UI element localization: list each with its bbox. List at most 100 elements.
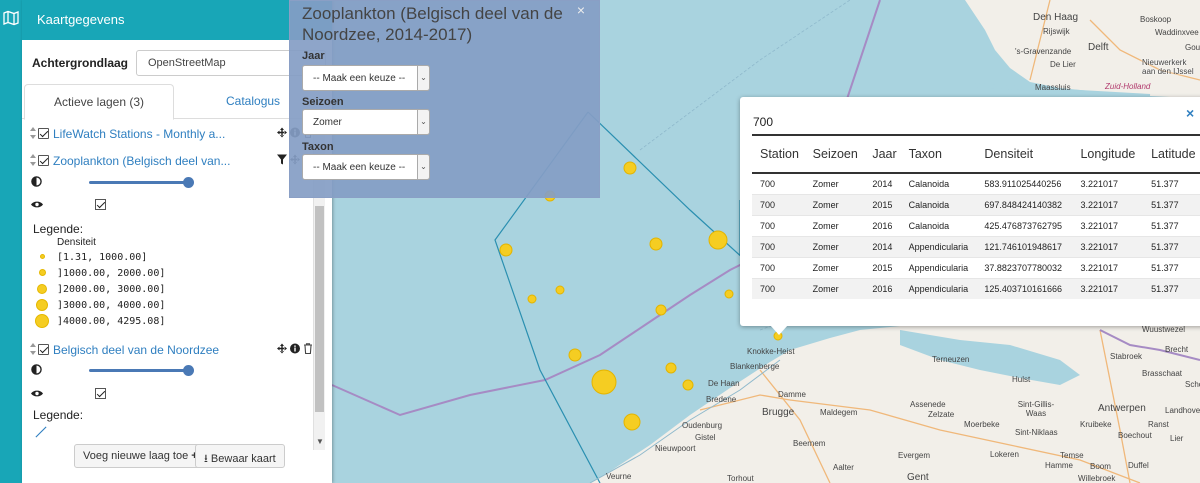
scroll-down-icon[interactable]: ▼ xyxy=(316,437,324,446)
data-table: Station Seizoen Jaar Taxon Densiteit Lon… xyxy=(752,134,1200,299)
season-select[interactable]: Zomer ⌄ xyxy=(302,109,430,135)
zoom-to-layer-icon[interactable] xyxy=(277,343,287,354)
cell: 121.746101948617 xyxy=(976,235,1073,257)
cell: 3.221017 xyxy=(1072,277,1144,299)
cell: 697.848424140382 xyxy=(976,193,1073,215)
legend-label: [1.31, 1000.00] xyxy=(57,252,148,263)
tab-catalogue[interactable]: Catalogus xyxy=(226,94,280,108)
map-label: Torhout xyxy=(727,474,754,483)
feature-info-popup: × 700 Station Seizoen Jaar Taxon Densite… xyxy=(740,97,1200,335)
column-header: Densiteit xyxy=(976,134,1073,174)
cell: 51.377 xyxy=(1143,172,1200,194)
drag-handle-icon[interactable] xyxy=(29,154,37,166)
legend-item: ]3000.00, 4000.00] xyxy=(35,298,235,314)
map-label: Gent xyxy=(907,472,929,483)
visibility-row xyxy=(31,387,271,403)
add-layer-button[interactable]: Voeg nieuwe laag toe + xyxy=(74,444,207,468)
legend-symbol xyxy=(39,269,46,276)
cell: 583.911025440256 xyxy=(976,172,1073,194)
filter-label-taxon: Taxon xyxy=(302,141,334,153)
legend-title: Legende: xyxy=(33,222,84,236)
opacity-slider-handle[interactable] xyxy=(183,177,194,188)
map-label: Beernem xyxy=(793,439,826,448)
layer-name[interactable]: LifeWatch Stations - Monthly a... xyxy=(53,127,225,141)
zoom-to-layer-icon[interactable] xyxy=(277,127,287,138)
filter-label-season: Seizoen xyxy=(302,96,344,108)
cell: 51.377 xyxy=(1143,193,1200,215)
map-label: Kruibeke xyxy=(1080,420,1112,429)
map-label: Gou xyxy=(1185,43,1200,52)
opacity-icon xyxy=(31,364,42,375)
filter-title: Zooplankton (Belgisch deel van de Noordz… xyxy=(302,4,563,44)
layer-visibility-checkbox[interactable] xyxy=(38,128,49,139)
chevron-down-icon[interactable]: ⌄ xyxy=(417,109,430,135)
layer-name[interactable]: Belgisch deel van de Noordzee xyxy=(53,343,219,357)
marker xyxy=(499,243,513,257)
map-label: Boskoop xyxy=(1140,15,1172,24)
download-icon: ⭳ xyxy=(204,453,208,465)
cell: 51.377 xyxy=(1143,214,1200,236)
table-row: 700 Zomer 2014 Calanoida 583.91102544025… xyxy=(752,172,1200,194)
scrollbar-thumb[interactable] xyxy=(315,206,324,412)
layer-row-bdnz[interactable]: Belgisch deel van de Noordzee xyxy=(29,342,313,358)
opacity-row xyxy=(31,362,271,378)
drag-handle-icon[interactable] xyxy=(29,127,37,139)
table-row: 700 Zomer 2014 Appendicularia 121.746101… xyxy=(752,235,1200,257)
map-label: Knokke-Heist xyxy=(747,347,795,356)
delete-icon[interactable] xyxy=(303,343,313,354)
chevron-down-icon[interactable]: ⌄ xyxy=(417,154,430,180)
marker xyxy=(568,348,582,362)
map-label: Nieuwerkerk aan den IJssel xyxy=(1142,58,1194,76)
marker xyxy=(665,362,677,374)
year-select[interactable]: -- Maak een keuze -- ⌄ xyxy=(302,65,430,91)
filter-icon[interactable] xyxy=(277,154,287,165)
visibility-checkbox[interactable] xyxy=(95,388,106,399)
column-header: Latitude xyxy=(1143,134,1200,174)
marker xyxy=(527,294,537,304)
visibility-checkbox[interactable] xyxy=(95,199,106,210)
cell: 700 xyxy=(752,214,805,236)
cell: 51.377 xyxy=(1143,277,1200,299)
layer-visibility-checkbox[interactable] xyxy=(38,344,49,355)
close-icon[interactable]: × xyxy=(577,2,585,18)
legend-symbol xyxy=(37,284,47,294)
legend-item: ]2000.00, 3000.00] xyxy=(35,282,235,298)
filter-label-year: Jaar xyxy=(302,50,325,62)
info-icon[interactable] xyxy=(290,343,300,354)
legend-item: ]1000.00, 2000.00] xyxy=(35,266,235,282)
marker xyxy=(649,237,663,251)
legend-symbol xyxy=(35,314,49,328)
popup-pointer xyxy=(770,325,788,335)
popup-heading: 700 xyxy=(753,115,774,129)
layer-visibility-checkbox[interactable] xyxy=(38,155,49,166)
opacity-slider-track[interactable] xyxy=(89,181,186,184)
map-label: Boechout xyxy=(1118,431,1152,440)
legend-symbol xyxy=(36,299,48,311)
season-select-value: Zomer xyxy=(313,117,342,128)
map-icon[interactable] xyxy=(3,10,19,26)
map-label: Assenede xyxy=(910,400,946,409)
tab-active-layers[interactable]: Actieve lagen (3) xyxy=(24,84,174,120)
cell: 3.221017 xyxy=(1072,214,1144,236)
close-icon[interactable]: × xyxy=(1186,105,1194,121)
layer-row-zooplankton[interactable]: Zooplankton (Belgisch deel van... xyxy=(29,153,313,169)
left-rail xyxy=(0,0,22,483)
layer-row-lifewatch[interactable]: LifeWatch Stations - Monthly a... xyxy=(29,126,313,142)
legend-label: ]3000.00, 4000.00] xyxy=(57,300,166,311)
taxon-select[interactable]: -- Maak een keuze -- ⌄ xyxy=(302,154,430,180)
map-label: Brugge xyxy=(762,407,795,418)
table-row: 700 Zomer 2015 Appendicularia 37.8823707… xyxy=(752,256,1200,278)
drag-handle-icon[interactable] xyxy=(29,343,37,355)
table-row: 700 Zomer 2015 Calanoida 697.84842414038… xyxy=(752,193,1200,215)
chevron-down-icon[interactable]: ⌄ xyxy=(417,65,430,91)
opacity-icon xyxy=(31,176,42,187)
cell: 3.221017 xyxy=(1072,172,1144,194)
save-map-button[interactable]: ⭳ Bewaar kaart xyxy=(195,444,285,468)
map-label: Hamme xyxy=(1045,461,1074,470)
cell: Zomer xyxy=(804,277,865,299)
layer-name[interactable]: Zooplankton (Belgisch deel van... xyxy=(53,154,230,168)
opacity-slider-handle[interactable] xyxy=(183,365,194,376)
map-label: Bredene xyxy=(706,395,737,404)
opacity-slider-track[interactable] xyxy=(89,369,186,372)
column-header: Longitude xyxy=(1072,134,1144,174)
